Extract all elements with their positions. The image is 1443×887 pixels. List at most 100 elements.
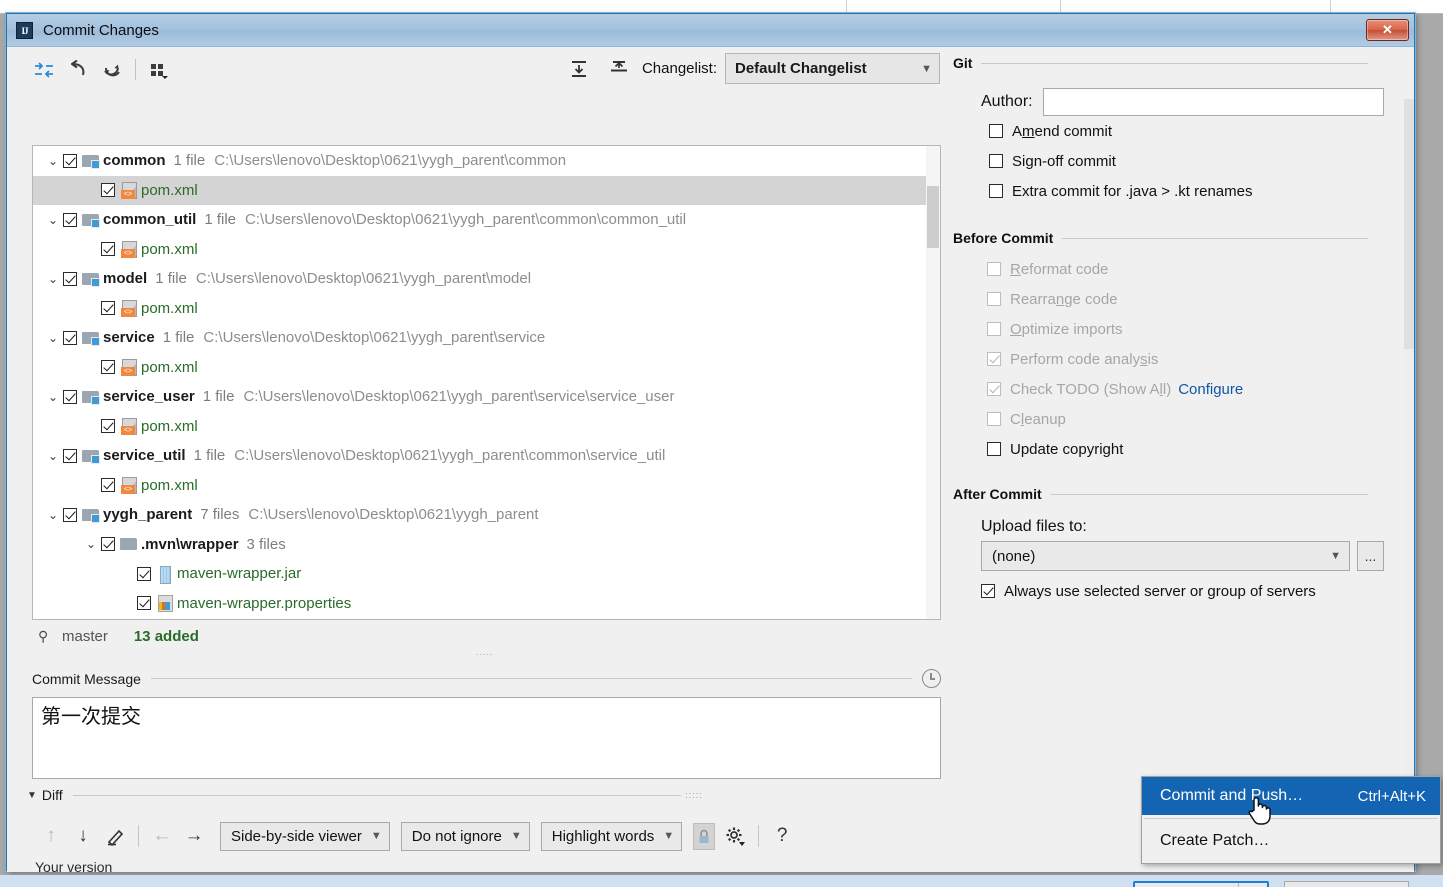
ignore-mode-value: Do not ignore: [411, 827, 502, 845]
row-checkbox[interactable]: [63, 389, 77, 404]
right-pane-scrollbar-thumb[interactable]: [1404, 99, 1414, 349]
table-row[interactable]: pom.xml: [33, 471, 940, 501]
changelist-dropdown[interactable]: Default Changelist ▼: [725, 53, 940, 84]
splitter-grip-top[interactable]: :::::: [476, 651, 504, 657]
checkbox-indicator: [989, 184, 1003, 198]
row-checkbox[interactable]: [101, 242, 115, 257]
upload-server-dropdown[interactable]: (none) ▼: [981, 541, 1350, 571]
tree-scrollbar[interactable]: [926, 146, 940, 619]
commit-button[interactable]: Commit: [1135, 883, 1239, 887]
chevron-down-icon[interactable]: ⌄: [43, 449, 63, 463]
table-row[interactable]: ⌄ service_user 1 file C:\Users\lenovo\Deskt…: [33, 382, 940, 412]
clock-icon[interactable]: [922, 669, 941, 688]
viewer-mode-dropdown[interactable]: Side-by-side viewer ▼: [220, 821, 390, 851]
table-row[interactable]: pom.xml: [33, 412, 940, 442]
show-diff-icon[interactable]: [27, 55, 61, 85]
refresh-icon[interactable]: [95, 55, 129, 85]
gear-icon[interactable]: [719, 821, 751, 851]
right-pane-scrollbar[interactable]: [1404, 99, 1414, 799]
added-count: 13 added: [133, 627, 199, 645]
extra-commit-renames-checkbox[interactable]: Extra commit for .java > .kt renames: [989, 176, 1416, 206]
row-checkbox[interactable]: [63, 153, 77, 168]
chevron-down-icon[interactable]: ⌄: [43, 213, 63, 227]
table-row[interactable]: ⌄ common 1 file C:\Users\lenovo\Desktop\062…: [33, 146, 940, 176]
chevron-down-icon[interactable]: ▼: [27, 790, 37, 801]
branch-icon: ⚲: [38, 627, 49, 644]
ignore-mode-dropdown[interactable]: Do not ignore ▼: [400, 821, 530, 851]
row-checkbox[interactable]: [101, 301, 115, 316]
row-checkbox[interactable]: [63, 271, 77, 286]
table-row[interactable]: ⌄ yygh_parent 7 files C:\Users\lenovo\Deskt…: [33, 500, 940, 530]
highlight-mode-dropdown[interactable]: Highlight words ▼: [540, 821, 683, 851]
collapse-all-icon[interactable]: [602, 54, 636, 84]
next-difference-icon[interactable]: ↓: [67, 821, 99, 851]
row-checkbox[interactable]: [63, 448, 77, 463]
changes-tree[interactable]: ⌄ common 1 file C:\Users\lenovo\Desktop\062…: [32, 145, 941, 620]
tree-scrollbar-thumb[interactable]: [927, 186, 939, 248]
folder-module-icon: [82, 389, 100, 406]
row-checkbox[interactable]: [101, 478, 115, 493]
expand-all-icon[interactable]: [562, 54, 596, 84]
table-row[interactable]: pom.xml: [33, 294, 940, 324]
update-copyright-checkbox[interactable]: Update copyright: [987, 434, 1416, 464]
previous-difference-icon[interactable]: ↑: [35, 821, 67, 851]
table-row[interactable]: ⌄ common_util 1 file C:\Users\lenovo\Deskto…: [33, 205, 940, 235]
cancel-button[interactable]: Cancel: [1284, 881, 1409, 887]
chevron-down-icon[interactable]: ⌄: [81, 537, 101, 551]
commit-changes-dialog: IJ Commit Changes ✕ Changelist: Default …: [6, 13, 1441, 887]
table-row[interactable]: maven-wrapper.properties: [33, 589, 940, 619]
file-name: pom.xml: [141, 476, 198, 494]
toolbar-separator: [758, 825, 760, 847]
diff-help-icon[interactable]: ?: [766, 821, 798, 851]
row-checkbox[interactable]: [63, 330, 77, 345]
menu-item-create-patch[interactable]: Create Patch…: [1142, 822, 1440, 860]
chevron-down-icon[interactable]: ⌄: [43, 331, 63, 345]
table-row[interactable]: ⌄ service_util 1 file C:\Users\lenovo\Deskt…: [33, 441, 940, 471]
menu-item-label: Create Patch…: [1160, 832, 1270, 849]
chevron-down-icon[interactable]: ⌄: [43, 508, 63, 522]
accept-right-icon[interactable]: →: [178, 821, 210, 851]
table-row[interactable]: pom.xml: [33, 235, 940, 265]
revert-icon[interactable]: [61, 55, 95, 85]
file-count: 3 files: [246, 535, 286, 553]
chevron-down-icon[interactable]: ⌄: [43, 154, 63, 168]
row-checkbox[interactable]: [101, 183, 115, 198]
table-row[interactable]: ⌄ model 1 file C:\Users\lenovo\Desktop\0621…: [33, 264, 940, 294]
commit-message-input[interactable]: 第一次提交: [32, 697, 941, 779]
table-row[interactable]: ⌄ .mvn\wrapper 3 files: [33, 530, 940, 560]
browse-servers-button[interactable]: ...: [1357, 541, 1384, 571]
folder-name: common: [103, 152, 166, 170]
always-use-server-checkbox[interactable]: Always use selected server or group of s…: [981, 576, 1416, 606]
divider: [1062, 237, 1368, 239]
table-row[interactable]: ⌄ service 1 file C:\Users\lenovo\Desktop\06…: [33, 323, 940, 353]
close-icon[interactable]: ✕: [1366, 19, 1409, 41]
changelist-value: Default Changelist: [735, 60, 867, 77]
row-checkbox[interactable]: [137, 566, 151, 581]
row-checkbox[interactable]: [63, 212, 77, 227]
table-row[interactable]: pom.xml: [33, 353, 940, 383]
file-name: pom.xml: [141, 358, 198, 376]
amend-commit-checkbox[interactable]: Amend commit: [989, 116, 1416, 146]
table-row[interactable]: pom.xml: [33, 175, 940, 205]
row-checkbox[interactable]: [101, 360, 115, 375]
table-row[interactable]: maven-wrapper.jar: [33, 559, 940, 589]
checkbox-indicator: [981, 584, 995, 598]
file-count: 1 file: [193, 447, 226, 465]
chevron-down-icon[interactable]: ⌄: [43, 272, 63, 286]
pencil-icon[interactable]: [99, 821, 131, 851]
row-checkbox[interactable]: [137, 596, 151, 611]
menu-item-commit-and-push[interactable]: Commit and Push… Ctrl+Alt+K: [1142, 777, 1440, 815]
row-checkbox[interactable]: [63, 507, 77, 522]
splitter-grip-diff[interactable]: :::::: [681, 790, 707, 800]
accept-left-icon[interactable]: ←: [146, 821, 178, 851]
row-checkbox[interactable]: [101, 419, 115, 434]
chevron-down-icon[interactable]: ⌄: [43, 390, 63, 404]
author-field[interactable]: [1042, 88, 1384, 116]
checkbox-indicator: [987, 352, 1001, 366]
group-by-icon[interactable]: [142, 55, 176, 85]
configure-link[interactable]: Configure: [1178, 381, 1243, 398]
row-checkbox[interactable]: [101, 537, 115, 552]
lock-icon[interactable]: [693, 822, 716, 850]
commit-dropdown-arrow-icon[interactable]: ▼: [1239, 883, 1267, 887]
sign-off-commit-checkbox[interactable]: Sign-off commit: [989, 146, 1416, 176]
